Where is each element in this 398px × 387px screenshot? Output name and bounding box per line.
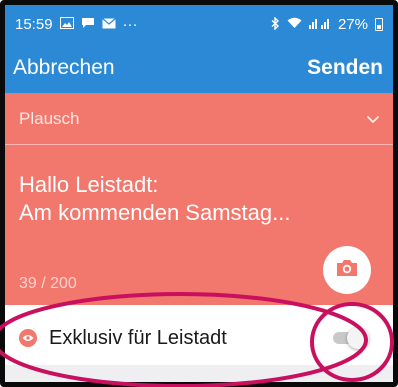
bluetooth-icon (271, 15, 280, 32)
phone-screen: 15:59 ··· 27% Abbrechen Senden Plausch H… (0, 0, 398, 387)
status-time: 15:59 (15, 15, 53, 33)
send-button[interactable]: Senden (307, 56, 383, 80)
gallery-notification-icon (59, 17, 74, 31)
signal-icon (308, 17, 331, 31)
mail-notification-icon (101, 17, 116, 31)
more-notifications: ··· (122, 15, 138, 33)
category-label: Plausch (19, 108, 80, 128)
battery-icon (375, 17, 383, 31)
toggle-thumb (347, 327, 369, 349)
battery-percent: 27% (337, 15, 368, 33)
eye-icon (19, 329, 37, 347)
character-counter: 39 / 200 (19, 275, 77, 292)
cancel-button[interactable]: Abbrechen (13, 56, 115, 80)
wifi-icon (287, 17, 302, 31)
app-header: Abbrechen Senden (5, 43, 393, 93)
post-composer: Plausch Hallo Leistadt: Am kommenden Sam… (5, 93, 393, 305)
camera-icon (335, 258, 359, 283)
status-left: 15:59 ··· (15, 16, 138, 33)
category-dropdown[interactable]: Plausch (5, 93, 393, 145)
message-input[interactable]: Hallo Leistadt: Am kommenden Samstag... (19, 171, 379, 227)
camera-button[interactable] (323, 246, 371, 294)
chevron-down-icon (365, 111, 381, 127)
status-right: 27% (271, 16, 383, 33)
chat-notification-icon (81, 17, 95, 31)
exclusive-toggle[interactable] (329, 327, 371, 349)
exclusive-label: Exklusiv für Leistadt (49, 326, 227, 349)
status-bar: 15:59 ··· 27% (5, 5, 393, 43)
exclusive-row: Exklusiv für Leistadt (5, 311, 393, 365)
bottom-area (5, 365, 393, 382)
